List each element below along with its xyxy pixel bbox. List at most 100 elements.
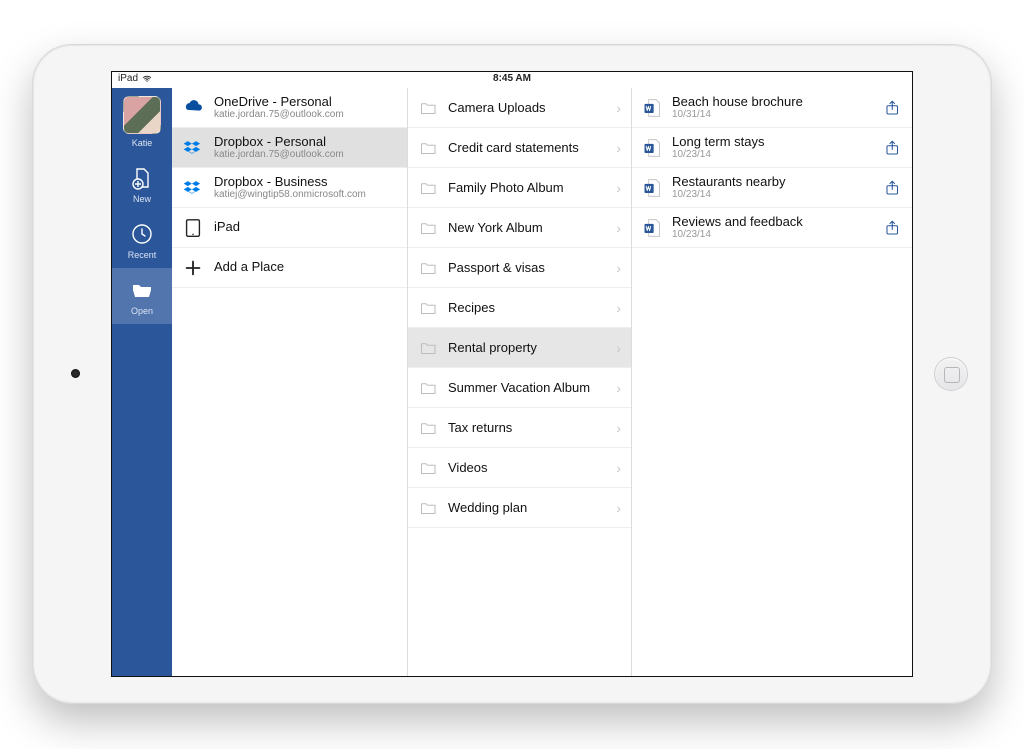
chevron-right-icon: › <box>616 460 621 476</box>
onedrive-icon <box>182 97 204 119</box>
folder-label: Camera Uploads <box>448 100 606 115</box>
sidebar-user-label: Katie <box>132 138 153 148</box>
place-subtitle: katiej@wingtip58.onmicrosoft.com <box>214 189 366 200</box>
file-name: Long term stays <box>672 135 874 149</box>
clock-icon <box>130 222 154 246</box>
file-row[interactable]: Restaurants nearby10/23/14 <box>632 168 912 208</box>
share-icon[interactable] <box>884 179 902 197</box>
folder-row[interactable]: Family Photo Album › <box>408 168 631 208</box>
folder-row[interactable]: Wedding plan › <box>408 488 631 528</box>
chevron-right-icon: › <box>616 300 621 316</box>
folder-row[interactable]: Camera Uploads › <box>408 88 631 128</box>
folder-icon <box>418 300 438 316</box>
chevron-right-icon: › <box>616 340 621 356</box>
file-date: 10/23/14 <box>672 189 874 200</box>
dropbox-icon <box>182 137 204 159</box>
sidebar-item-label: Open <box>131 306 153 316</box>
folder-label: Wedding plan <box>448 500 606 515</box>
chevron-right-icon: › <box>616 260 621 276</box>
status-carrier: iPad <box>118 73 138 84</box>
sidebar-item-label: Recent <box>128 250 157 260</box>
chevron-right-icon: › <box>616 420 621 436</box>
share-icon[interactable] <box>884 99 902 117</box>
chevron-right-icon: › <box>616 180 621 196</box>
folder-row[interactable]: Recipes › <box>408 288 631 328</box>
word-doc-icon <box>642 136 662 160</box>
file-date: 10/23/14 <box>672 149 874 160</box>
share-icon[interactable] <box>884 219 902 237</box>
folder-icon <box>418 220 438 236</box>
folder-icon <box>418 140 438 156</box>
place-title: OneDrive - Personal <box>214 95 344 109</box>
wifi-icon <box>142 74 152 84</box>
word-doc-icon <box>642 96 662 120</box>
folder-icon <box>418 460 438 476</box>
place-title: Dropbox - Personal <box>214 135 344 149</box>
places-column: OneDrive - Personalkatie.jordan.75@outlo… <box>172 88 408 676</box>
ipad-icon <box>182 217 204 239</box>
chevron-right-icon: › <box>616 100 621 116</box>
file-name: Restaurants nearby <box>672 175 874 189</box>
share-icon[interactable] <box>884 139 902 157</box>
sidebar: Katie New Recent <box>112 88 172 676</box>
file-row[interactable]: Beach house brochure10/31/14 <box>632 88 912 128</box>
folder-row[interactable]: Videos › <box>408 448 631 488</box>
folder-row[interactable]: Passport & visas › <box>408 248 631 288</box>
folder-label: Rental property <box>448 340 606 355</box>
folder-row[interactable]: New York Album› <box>408 208 631 248</box>
sidebar-item-new[interactable]: New <box>112 156 172 212</box>
folder-label: Recipes <box>448 300 606 315</box>
dropbox-icon <box>182 177 204 199</box>
folder-icon <box>418 500 438 516</box>
place-row-ipad[interactable]: iPad <box>172 208 407 248</box>
ipad-frame: iPad 8:45 AM Katie <box>32 44 992 704</box>
files-column: Beach house brochure10/31/14Long term st… <box>632 88 912 676</box>
place-row-dropbox[interactable]: Dropbox - Businesskatiej@wingtip58.onmic… <box>172 168 407 208</box>
folder-label: Tax returns <box>448 420 606 435</box>
status-bar: iPad 8:45 AM <box>112 72 912 88</box>
folder-icon <box>418 420 438 436</box>
folder-label: Videos <box>448 460 606 475</box>
sidebar-item-label: New <box>133 194 151 204</box>
file-date: 10/23/14 <box>672 229 874 240</box>
folder-row[interactable]: Tax returns › <box>408 408 631 448</box>
file-row[interactable]: Reviews and feedback10/23/14 <box>632 208 912 248</box>
folder-row[interactable]: Summer Vacation Album› <box>408 368 631 408</box>
home-button[interactable] <box>934 357 968 391</box>
place-title: iPad <box>214 220 240 234</box>
folder-open-icon <box>130 278 154 302</box>
sidebar-item-open[interactable]: Open <box>112 268 172 324</box>
folder-icon <box>418 100 438 116</box>
sidebar-user[interactable]: Katie <box>112 94 172 156</box>
new-doc-icon <box>130 166 154 190</box>
file-name: Reviews and feedback <box>672 215 874 229</box>
folder-label: New York Album <box>448 220 606 235</box>
folder-row[interactable]: Rental property › <box>408 328 631 368</box>
file-date: 10/31/14 <box>672 109 874 120</box>
place-row-plus[interactable]: Add a Place <box>172 248 407 288</box>
folder-row[interactable]: Credit card statements › <box>408 128 631 168</box>
file-row[interactable]: Long term stays10/23/14 <box>632 128 912 168</box>
file-name: Beach house brochure <box>672 95 874 109</box>
sidebar-item-recent[interactable]: Recent <box>112 212 172 268</box>
place-title: Add a Place <box>214 260 284 274</box>
status-time: 8:45 AM <box>493 73 531 84</box>
folder-icon <box>418 380 438 396</box>
place-subtitle: katie.jordan.75@outlook.com <box>214 109 344 120</box>
folder-icon <box>418 180 438 196</box>
avatar <box>123 96 161 134</box>
chevron-right-icon: › <box>616 500 621 516</box>
folder-label: Passport & visas <box>448 260 606 275</box>
folders-column: Camera Uploads›Credit card statements›Fa… <box>408 88 632 676</box>
folder-icon <box>418 340 438 356</box>
chevron-right-icon: › <box>616 140 621 156</box>
place-row-onedrive[interactable]: OneDrive - Personalkatie.jordan.75@outlo… <box>172 88 407 128</box>
folder-label: Family Photo Album <box>448 180 606 195</box>
folder-label: Credit card statements <box>448 140 606 155</box>
screen: iPad 8:45 AM Katie <box>111 71 913 677</box>
place-title: Dropbox - Business <box>214 175 366 189</box>
plus-icon <box>182 257 204 279</box>
word-doc-icon <box>642 216 662 240</box>
folder-icon <box>418 260 438 276</box>
place-row-dropbox[interactable]: Dropbox - Personalkatie.jordan.75@outloo… <box>172 128 407 168</box>
